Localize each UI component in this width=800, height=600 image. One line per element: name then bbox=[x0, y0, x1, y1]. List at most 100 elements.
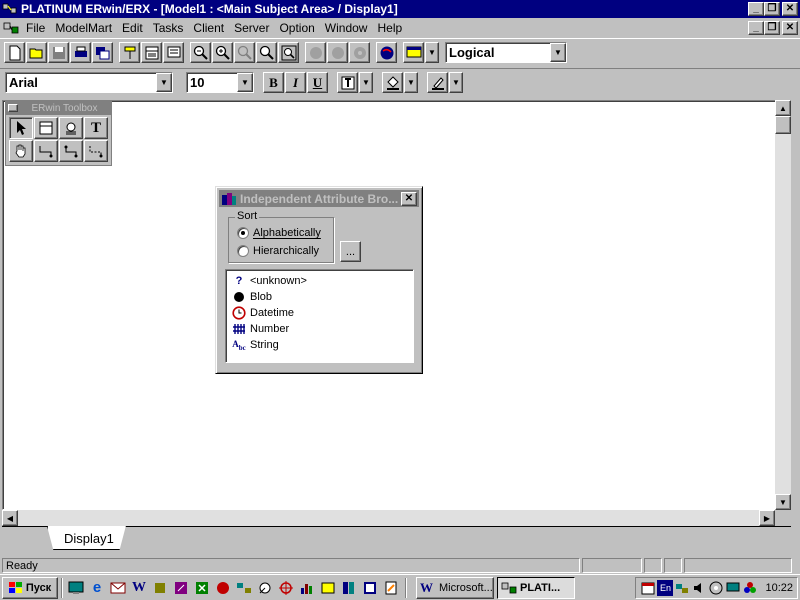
language-indicator[interactable]: En bbox=[657, 579, 674, 596]
doc-close-button[interactable]: ✕ bbox=[782, 20, 798, 35]
quicklaunch-tool-16[interactable] bbox=[381, 578, 401, 598]
entity-color-button[interactable] bbox=[403, 42, 424, 63]
zoom-in-button[interactable] bbox=[212, 42, 233, 63]
zoom-fit-button[interactable] bbox=[278, 42, 299, 63]
quicklaunch-desktop[interactable] bbox=[66, 578, 86, 598]
new-button[interactable] bbox=[4, 42, 25, 63]
close-button[interactable]: ✕ bbox=[782, 2, 798, 16]
entity-level-button[interactable] bbox=[119, 42, 140, 63]
open-button[interactable] bbox=[26, 42, 47, 63]
minimize-button[interactable]: _ bbox=[748, 2, 764, 16]
restore-button[interactable]: ❐ bbox=[764, 2, 780, 16]
menu-client[interactable]: Client bbox=[188, 21, 229, 35]
disabled-tool-2[interactable] bbox=[327, 42, 348, 63]
toolbox-title-bar[interactable]: ERwin Toolbox bbox=[6, 101, 111, 115]
doc-restore-button[interactable]: ❐ bbox=[764, 20, 780, 35]
menu-edit[interactable]: Edit bbox=[117, 21, 148, 35]
dialog-close-button[interactable]: ✕ bbox=[401, 191, 417, 206]
bold-button[interactable]: B bbox=[263, 72, 284, 93]
quicklaunch-tool-5[interactable] bbox=[150, 578, 170, 598]
disabled-tool-1[interactable] bbox=[305, 42, 326, 63]
quicklaunch-tool-13[interactable] bbox=[318, 578, 338, 598]
menu-server[interactable]: Server bbox=[229, 21, 274, 35]
quicklaunch-tool-12[interactable] bbox=[297, 578, 317, 598]
tray-monitor-icon[interactable] bbox=[725, 580, 741, 596]
quicklaunch-tool-14[interactable] bbox=[339, 578, 359, 598]
tray-network-icon[interactable] bbox=[674, 580, 690, 596]
text-tool[interactable]: T bbox=[84, 117, 108, 139]
ellipsis-button[interactable]: ... bbox=[340, 241, 361, 262]
scroll-right-button[interactable]: ▶ bbox=[759, 510, 775, 526]
menu-tasks[interactable]: Tasks bbox=[148, 21, 189, 35]
scroll-down-button[interactable]: ▼ bbox=[775, 494, 791, 510]
menu-help[interactable]: Help bbox=[372, 21, 407, 35]
vertical-scrollbar[interactable]: ▲ ▼ bbox=[775, 100, 791, 510]
clock[interactable]: 10:22 bbox=[765, 582, 793, 594]
non-identifying-relationship-tool[interactable] bbox=[84, 140, 108, 162]
underline-button[interactable]: U bbox=[307, 72, 328, 93]
tray-disc-icon[interactable] bbox=[708, 580, 724, 596]
tray-app-icon[interactable] bbox=[640, 580, 656, 596]
quicklaunch-word[interactable]: W bbox=[129, 578, 149, 598]
task-button-microsoft[interactable]: W Microsoft... bbox=[416, 576, 494, 599]
menu-file[interactable]: File bbox=[21, 21, 50, 35]
toolbox-menu-button[interactable] bbox=[8, 104, 18, 112]
scroll-left-button[interactable]: ◀ bbox=[2, 510, 18, 526]
quicklaunch-tool-10[interactable] bbox=[255, 578, 275, 598]
menu-option[interactable]: Option bbox=[274, 21, 319, 35]
attribute-level-button[interactable] bbox=[141, 42, 162, 63]
menu-modelmart[interactable]: ModelMart bbox=[50, 21, 117, 35]
radio-button-unchecked[interactable] bbox=[237, 245, 249, 257]
quicklaunch-tool-6[interactable] bbox=[171, 578, 191, 598]
document-system-icon[interactable] bbox=[3, 20, 19, 36]
tray-volume-icon[interactable] bbox=[691, 580, 707, 596]
horizontal-scrollbar[interactable]: ◀ ▶ bbox=[2, 510, 775, 526]
identifying-relationship-tool[interactable] bbox=[34, 140, 58, 162]
scroll-track[interactable] bbox=[775, 134, 791, 494]
print-button[interactable] bbox=[70, 42, 91, 63]
menu-window[interactable]: Window bbox=[320, 21, 373, 35]
italic-button[interactable]: I bbox=[285, 72, 306, 93]
chevron-down-icon[interactable]: ▼ bbox=[550, 43, 566, 62]
start-button[interactable]: Пуск bbox=[2, 576, 58, 599]
font-name-select[interactable]: Arial ▼ bbox=[5, 72, 173, 93]
attribute-list[interactable]: ? <unknown> Blob Datetime Number Abc Str… bbox=[225, 269, 414, 363]
zoom-disabled-button[interactable] bbox=[234, 42, 255, 63]
fill-color-button[interactable] bbox=[382, 72, 403, 93]
scroll-track[interactable] bbox=[18, 510, 759, 526]
list-item[interactable]: Abc String bbox=[230, 337, 413, 353]
quicklaunch-excel[interactable] bbox=[192, 578, 212, 598]
sort-hierarchically-radio[interactable]: Hierarchically bbox=[237, 245, 319, 257]
hand-tool[interactable] bbox=[9, 140, 33, 162]
subtype-tool[interactable] bbox=[59, 117, 83, 139]
scroll-up-button[interactable]: ▲ bbox=[775, 100, 791, 116]
quicklaunch-tool-15[interactable] bbox=[360, 578, 380, 598]
task-button-platinum[interactable]: PLATI... bbox=[497, 576, 575, 599]
view-level-select[interactable]: Logical ▼ bbox=[445, 42, 567, 63]
scroll-thumb[interactable] bbox=[775, 116, 791, 134]
copy-model-button[interactable] bbox=[92, 42, 113, 63]
quicklaunch-outlook[interactable] bbox=[108, 578, 128, 598]
quicklaunch-tool-8[interactable] bbox=[213, 578, 233, 598]
chevron-down-icon[interactable]: ▼ bbox=[156, 73, 172, 92]
entity-tool[interactable] bbox=[34, 117, 58, 139]
doc-minimize-button[interactable]: _ bbox=[748, 20, 764, 35]
line-color-button[interactable] bbox=[427, 72, 448, 93]
fill-color-dropdown[interactable]: ▼ bbox=[404, 72, 418, 93]
text-color-dropdown[interactable]: ▼ bbox=[359, 72, 373, 93]
sort-alphabetically-radio[interactable]: Alphabetically bbox=[237, 227, 321, 239]
many-to-many-tool[interactable] bbox=[59, 140, 83, 162]
tray-app-icon-2[interactable] bbox=[742, 580, 758, 596]
select-tool[interactable] bbox=[9, 117, 33, 139]
list-item[interactable]: Blob bbox=[230, 289, 413, 305]
save-button[interactable] bbox=[48, 42, 69, 63]
tab-display1[interactable]: Display1 bbox=[47, 526, 126, 550]
list-item[interactable]: ? <unknown> bbox=[230, 273, 413, 289]
erwin-app-icon[interactable] bbox=[2, 2, 18, 16]
entity-color-dropdown[interactable]: ▼ bbox=[425, 42, 439, 63]
radio-button-checked[interactable] bbox=[237, 227, 249, 239]
list-item[interactable]: Number bbox=[230, 321, 413, 337]
font-size-select[interactable]: 10 ▼ bbox=[186, 72, 254, 93]
dialog-title-bar[interactable]: Independent Attribute Bro... ✕ bbox=[219, 190, 419, 207]
list-item[interactable]: Datetime bbox=[230, 305, 413, 321]
